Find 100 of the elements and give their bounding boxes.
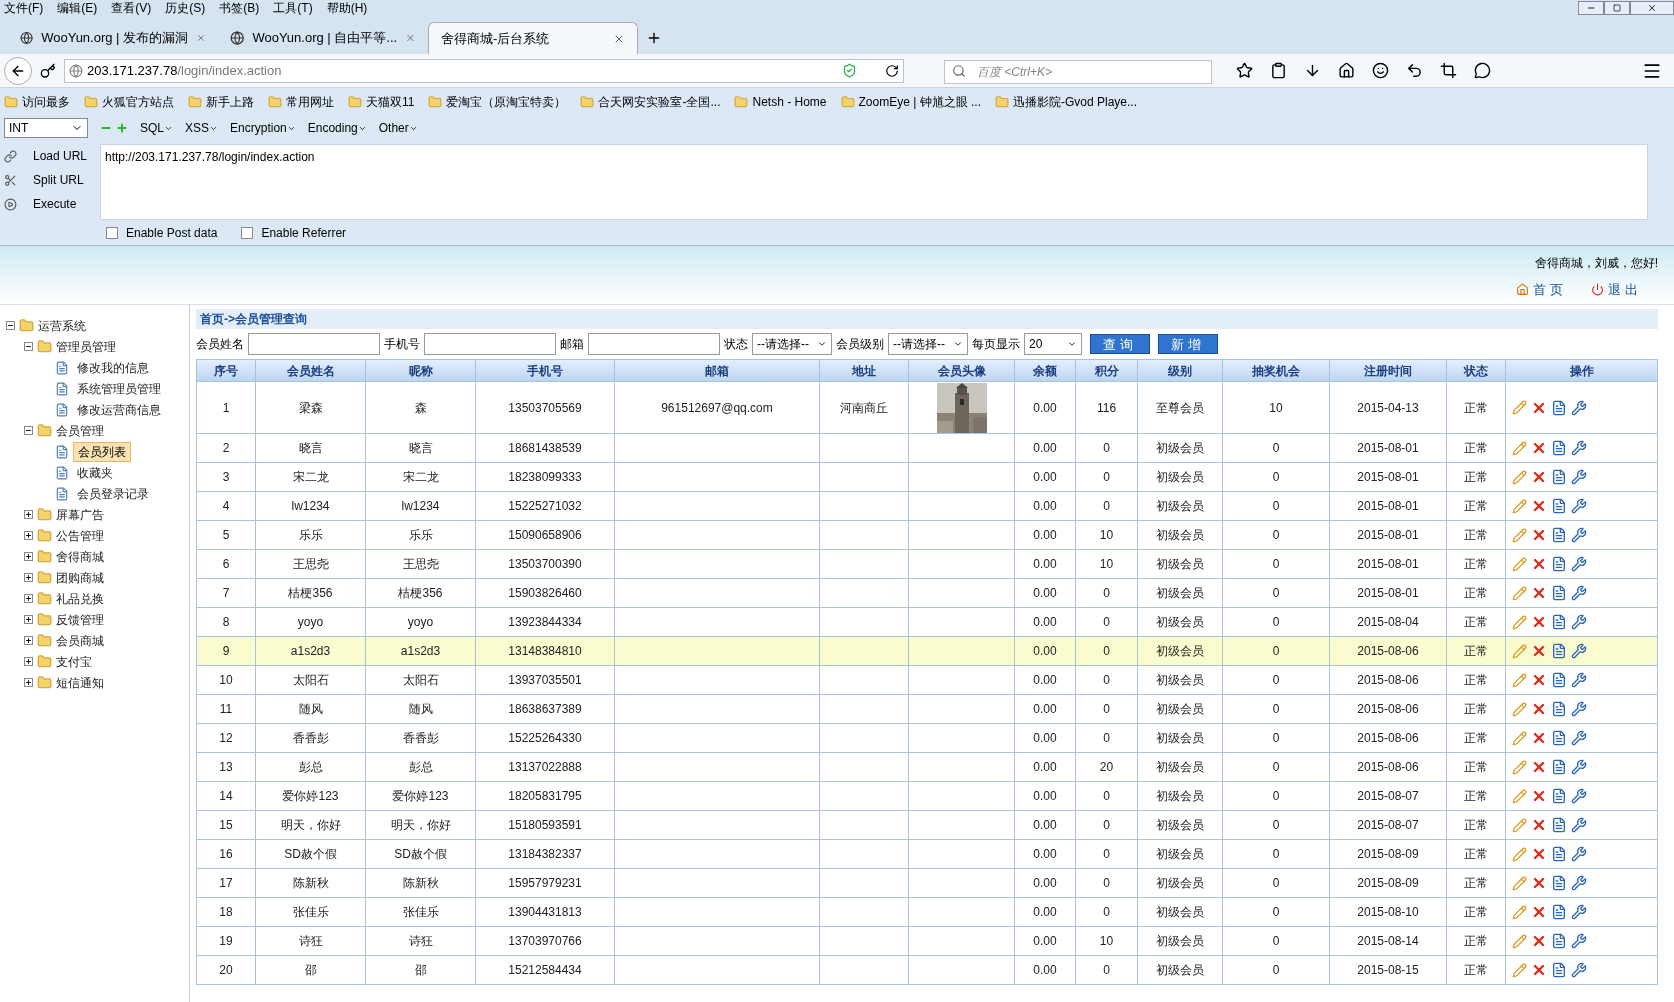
menu-item[interactable]: 文件(F) <box>4 0 44 17</box>
browser-tab[interactable]: WooYun.org | 自由平等... <box>218 22 428 54</box>
star-icon[interactable] <box>1236 62 1253 79</box>
undo-icon[interactable] <box>1406 62 1423 79</box>
list-icon[interactable] <box>1551 643 1567 659</box>
tree-folder[interactable]: 会员管理 <box>56 421 104 440</box>
hackbar-action[interactable]: Execute <box>33 195 77 213</box>
table-row[interactable]: 7 桔梗356 桔梗356 15903826460 0.00 0 初级会员 0 2015-08-01 正常 <box>196 578 1658 608</box>
tree-folder[interactable]: 会员商城 <box>56 631 104 650</box>
list-icon[interactable] <box>1551 672 1567 688</box>
key-icon[interactable] <box>40 62 56 79</box>
tools-icon[interactable] <box>1571 701 1587 717</box>
table-row[interactable]: 13 彭总 彭总 13137022888 0.00 20 初级会员 0 2015-08-06 正常 <box>196 752 1658 782</box>
expand-icon[interactable] <box>24 678 33 687</box>
tree-folder[interactable]: 公告管理 <box>56 526 104 545</box>
list-icon[interactable] <box>1551 614 1567 630</box>
table-row[interactable]: 18 张佳乐 张佳乐 13904431813 0.00 0 初级会员 0 2015-08-10 正常 <box>196 897 1658 927</box>
expand-icon[interactable] <box>24 552 33 561</box>
bookmark-link[interactable]: 迅播影院-Gvod Playe... <box>1013 93 1137 111</box>
table-row[interactable]: 19 诗狂 诗狂 13703970766 0.00 10 初级会员 0 2015-08-14 正常 <box>196 926 1658 956</box>
bookmark-link[interactable]: 新手上路 <box>206 93 254 111</box>
tools-icon[interactable] <box>1571 469 1587 485</box>
hackbar-menu[interactable]: Encryption <box>230 119 287 137</box>
filter-field[interactable] <box>588 333 720 355</box>
bookmark-link[interactable]: 爱淘宝（原淘宝特卖） <box>446 93 567 111</box>
chat-icon[interactable] <box>1474 62 1491 79</box>
tools-icon[interactable] <box>1571 817 1587 833</box>
menu-item[interactable]: 查看(V) <box>111 0 152 17</box>
bookmark-link[interactable]: 访问最多 <box>22 93 70 111</box>
close-icon[interactable] <box>196 32 206 44</box>
list-icon[interactable] <box>1551 817 1567 833</box>
tree-folder[interactable]: 团购商城 <box>56 568 104 587</box>
tools-icon[interactable] <box>1571 730 1587 746</box>
clipboard-icon[interactable] <box>1270 62 1287 79</box>
hackbar-menu[interactable]: Encoding <box>307 119 358 137</box>
tools-icon[interactable] <box>1571 440 1587 456</box>
filter-field[interactable] <box>248 333 380 355</box>
delete-icon[interactable] <box>1531 730 1547 746</box>
expand-icon[interactable] <box>24 657 33 666</box>
table-row[interactable]: 9 a1s2d3 a1s2d3 13148384810 0.00 0 初级会员 0 2015-08-06 正常 <box>196 636 1658 666</box>
tree-item[interactable]: 会员登录记录 <box>73 484 153 503</box>
list-icon[interactable] <box>1551 585 1567 601</box>
delete-icon[interactable] <box>1531 817 1547 833</box>
tree-folder[interactable]: 支付宝 <box>56 652 92 671</box>
browser-tab[interactable]: 舍得商城-后台系统 <box>428 22 638 54</box>
menu-item[interactable]: 书签(B) <box>219 0 260 17</box>
close-button[interactable] <box>1630 1 1674 15</box>
action-button[interactable]: 新增 <box>1157 334 1218 354</box>
bookmark-link[interactable]: 火狐官方站点 <box>102 93 174 111</box>
menu-item[interactable]: 编辑(E) <box>57 0 98 17</box>
list-icon[interactable] <box>1551 875 1567 891</box>
tools-icon[interactable] <box>1571 788 1587 804</box>
bookmark-link[interactable]: 天猫双11 <box>366 93 415 111</box>
list-icon[interactable] <box>1551 788 1567 804</box>
list-icon[interactable] <box>1551 904 1567 920</box>
new-tab-icon[interactable] <box>646 30 662 46</box>
address-field[interactable]: 203.171.237.78/login/index.action <box>64 58 904 83</box>
tools-icon[interactable] <box>1571 643 1587 659</box>
tools-icon[interactable] <box>1571 846 1587 862</box>
checkbox[interactable] <box>106 226 118 239</box>
tree-folder[interactable]: 屏幕广告 <box>56 505 104 524</box>
shield-icon[interactable] <box>842 63 857 78</box>
menu-item[interactable]: 历史(S) <box>165 0 206 17</box>
expand-icon[interactable] <box>24 510 33 519</box>
delete-icon[interactable] <box>1531 933 1547 949</box>
delete-icon[interactable] <box>1531 846 1547 862</box>
expand-icon[interactable] <box>24 531 33 540</box>
tree-folder[interactable]: 礼品兑换 <box>56 589 104 608</box>
list-icon[interactable] <box>1551 556 1567 572</box>
filter-select[interactable]: --请选择-- <box>752 333 832 355</box>
download-icon[interactable] <box>1304 62 1321 79</box>
list-icon[interactable] <box>1551 962 1567 978</box>
hackbar-action[interactable]: Split URL <box>33 171 84 189</box>
tree-folder[interactable]: 反馈管理 <box>56 610 104 629</box>
tools-icon[interactable] <box>1571 759 1587 775</box>
table-row[interactable]: 11 随风 随风 18638637389 0.00 0 初级会员 0 2015-08-06 正常 <box>196 694 1658 724</box>
tree-item[interactable]: 系统管理员管理 <box>73 379 165 398</box>
filter-select[interactable]: --请选择-- <box>888 333 968 355</box>
table-row[interactable]: 5 乐乐 乐乐 15090658906 0.00 10 初级会员 0 2015-08-01 正常 <box>196 520 1658 550</box>
tools-icon[interactable] <box>1571 962 1587 978</box>
tools-icon[interactable] <box>1571 585 1587 601</box>
delete-icon[interactable] <box>1531 788 1547 804</box>
table-row[interactable]: 3 宋二龙 宋二龙 18238099333 0.00 0 初级会员 0 2015-08-01 正常 <box>196 462 1658 492</box>
list-icon[interactable] <box>1551 399 1567 416</box>
bookmark-link[interactable]: ZoomEye | 钟馗之眼 ... <box>858 93 981 111</box>
expand-icon[interactable] <box>24 636 33 645</box>
collapse-icon[interactable] <box>24 342 33 351</box>
delete-icon[interactable] <box>1531 527 1547 543</box>
crop-icon[interactable] <box>1440 62 1457 79</box>
menu-item[interactable]: 帮助(H) <box>326 0 368 17</box>
filter-select[interactable]: 20 <box>1023 333 1082 355</box>
list-icon[interactable] <box>1551 933 1567 949</box>
collapse-icon[interactable] <box>6 321 15 330</box>
expand-icon[interactable] <box>24 594 33 603</box>
home-icon[interactable] <box>1338 62 1355 79</box>
header-link[interactable]: 首页 <box>1533 280 1568 300</box>
bookmark-link[interactable]: 合天网安实验室-全国... <box>598 93 721 111</box>
hackbar-menu[interactable]: SQL <box>140 119 164 137</box>
browser-tab[interactable]: WooYun.org | 发布的漏洞 <box>8 22 218 54</box>
tools-icon[interactable] <box>1571 614 1587 630</box>
